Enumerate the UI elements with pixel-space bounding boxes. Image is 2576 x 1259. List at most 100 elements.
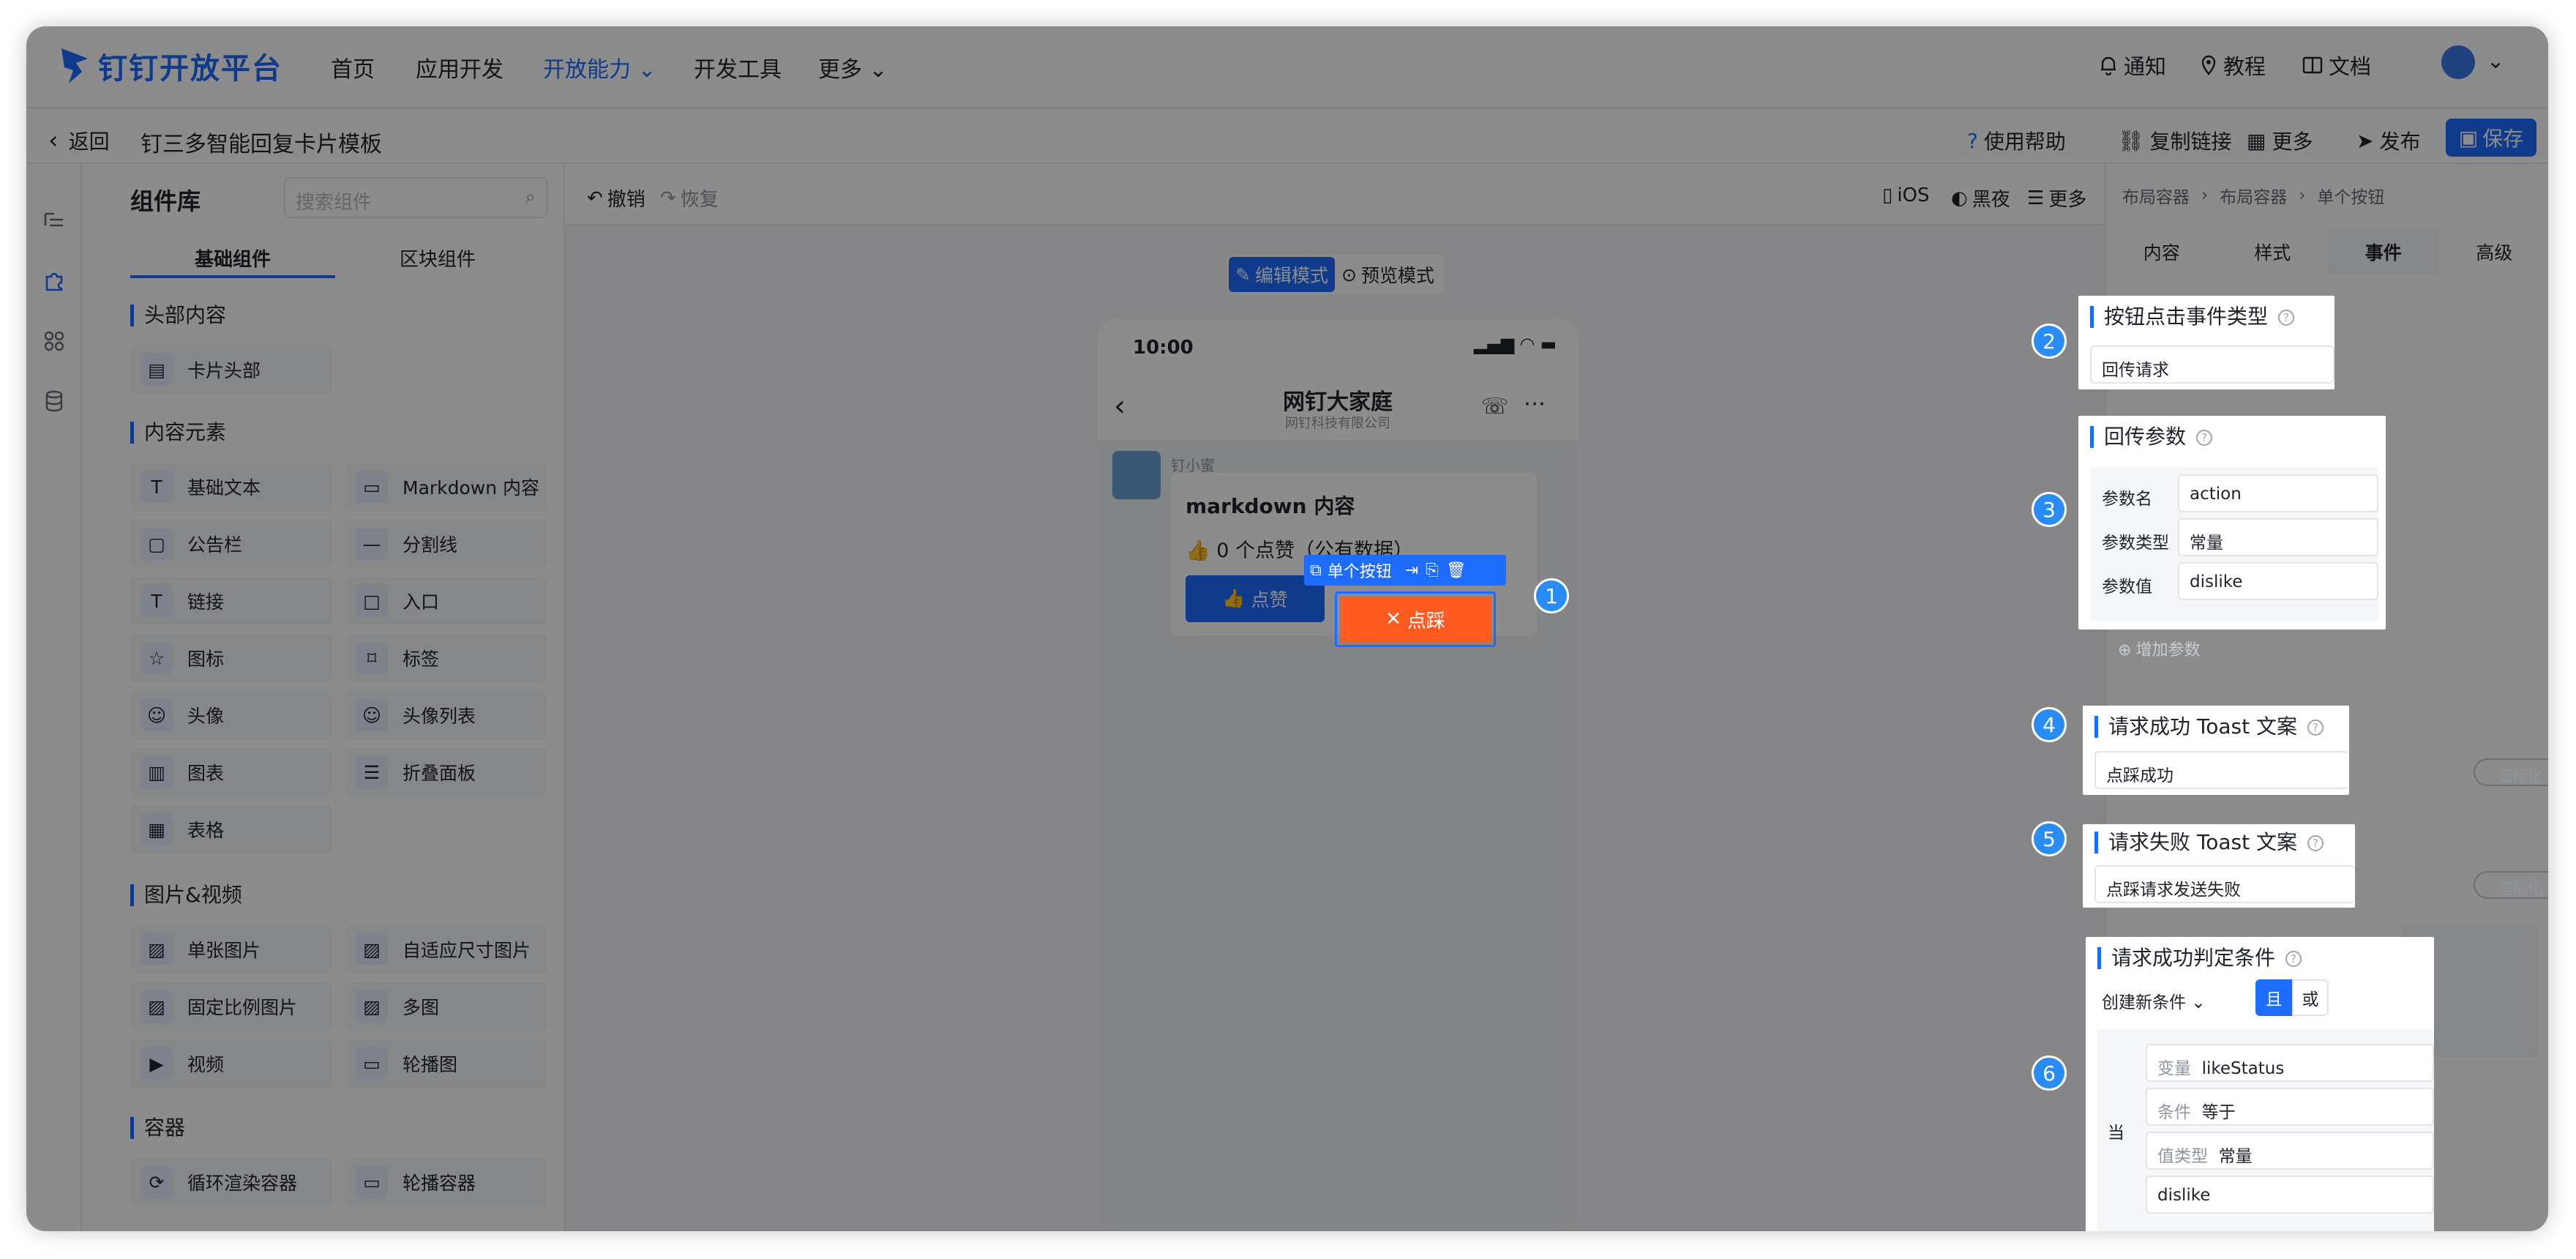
chevron-down-icon[interactable]: ⌄ xyxy=(2487,48,2504,73)
comp-link[interactable]: T 链接 xyxy=(130,577,332,625)
comp-video[interactable]: ▶ 视频 xyxy=(130,1039,332,1088)
help-link[interactable]: ? 使用帮助 xyxy=(1967,126,2066,155)
nav-app-dev[interactable]: 应用开发 xyxy=(416,51,503,83)
apps-icon[interactable] xyxy=(42,329,66,353)
param-value-input[interactable]: dislike xyxy=(2178,562,2378,600)
param-type-select[interactable]: 常量 xyxy=(2178,518,2378,556)
brand-name: 钉钉开放平台 xyxy=(98,52,282,86)
help-icon[interactable]: ? xyxy=(2307,835,2324,851)
event-type-select[interactable]: 回传请求 xyxy=(2090,345,2334,384)
i18n-toggle-success[interactable]: 国际化 xyxy=(2474,758,2548,786)
new-condition-dropdown[interactable]: 创建新条件 ⌄ xyxy=(2093,979,2213,1017)
breadcrumb-item[interactable]: 单个按钮 xyxy=(2317,183,2384,208)
more-button[interactable]: ▦ 更多 xyxy=(2247,126,2313,155)
like-label: 点赞 xyxy=(1251,589,1288,610)
comp-tag[interactable]: ⌑ 标签 xyxy=(345,634,547,682)
trash-icon[interactable]: 🗑 xyxy=(1446,561,1467,580)
canvas-more[interactable]: ☰ 更多 xyxy=(2027,184,2086,212)
mode-toggle: ✎ 编辑模式 ⊙ 预览模式 xyxy=(1227,255,1443,294)
comp-fixed-ratio-image[interactable]: ▨ 固定比例图片 xyxy=(130,982,332,1031)
tab-basic-components[interactable]: 基础组件 xyxy=(130,234,335,278)
jump-icon[interactable]: ⇥ xyxy=(1405,561,1418,580)
ios-toggle[interactable]: ▯ iOS xyxy=(1882,184,1930,206)
success-toast-input[interactable]: 点踩成功 xyxy=(2094,751,2349,789)
comp-multi-image[interactable]: ▨ 多图 xyxy=(345,982,547,1031)
comp-single-image[interactable]: ▨ 单张图片 xyxy=(130,925,332,974)
redo-button[interactable]: ↷ 恢复 xyxy=(660,184,719,212)
puzzle-icon[interactable] xyxy=(42,269,66,293)
back-button[interactable]: ‹ 返回 xyxy=(48,126,110,155)
preview-mode-button[interactable]: ⊙ 预览模式 xyxy=(1335,257,1441,292)
docs-link[interactable]: 文档 xyxy=(2302,50,2371,81)
nav-more[interactable]: 更多 ⌄ xyxy=(818,51,888,83)
chat-header: ‹ 网钉大家庭 网钉科技有限公司 ☏ ⋯ xyxy=(1098,376,1578,441)
comp-basic-text[interactable]: T 基础文本 xyxy=(130,463,332,511)
condition-value-input[interactable]: dislike xyxy=(2146,1176,2434,1214)
thumbs-up-icon: 👍 xyxy=(1186,539,1210,562)
condition-operator-select[interactable]: 条件 等于 xyxy=(2146,1088,2434,1126)
tutorial-link[interactable]: 教程 xyxy=(2200,50,2266,81)
tab-block-components[interactable]: 区块组件 xyxy=(335,234,540,278)
comp-avatar-list[interactable]: ☺ 头像列表 xyxy=(345,691,547,739)
tab-advanced[interactable]: 高级 xyxy=(2439,228,2549,274)
publish-button[interactable]: ➤ 发布 xyxy=(2356,126,2420,155)
condition-variable-select[interactable]: 变量 likeStatus xyxy=(2146,1044,2434,1082)
help-icon[interactable]: ? xyxy=(2278,310,2295,326)
copy-link-button[interactable]: ⛓ 复制链接 xyxy=(2118,126,2232,155)
save-button[interactable]: ▣ 保存 xyxy=(2446,119,2536,157)
logic-and-button[interactable]: 且 xyxy=(2255,979,2292,1016)
comp-collapse[interactable]: ☰ 折叠面板 xyxy=(345,748,547,796)
redo-icon: ↷ xyxy=(660,187,676,209)
edit-mode-button[interactable]: ✎ 编辑模式 xyxy=(1229,257,1335,292)
dark-mode-toggle[interactable]: ◐ 黑夜 xyxy=(1951,184,2010,212)
nav-open-capability[interactable]: 开放能力 ⌄ xyxy=(543,51,656,83)
condition-value-type-select[interactable]: 值类型 常量 xyxy=(2146,1132,2434,1170)
comp-chart[interactable]: ▥ 图表 xyxy=(130,748,332,796)
logic-or-button[interactable]: 或 xyxy=(2292,979,2329,1016)
comp-icon[interactable]: ☆ 图标 xyxy=(130,634,332,682)
comp-entry[interactable]: □ 入口 xyxy=(345,577,547,625)
sender-name: 钉小蜜 xyxy=(1171,457,1215,474)
help-icon[interactable]: ? xyxy=(2285,951,2302,967)
comp-notice[interactable]: ▢ 公告栏 xyxy=(130,520,332,568)
params-label: 回传参数? xyxy=(2090,426,2213,448)
app-window: 钉钉开放平台 首页 应用开发 开放能力 ⌄ 开发工具 更多 ⌄ 通知 教程 文档… xyxy=(26,26,2548,1231)
comp-markdown[interactable]: ▭ Markdown 内容 xyxy=(345,463,547,511)
condition-variable-value: likeStatus xyxy=(2201,1059,2285,1078)
breadcrumb-item[interactable]: 布局容器 xyxy=(2122,183,2190,208)
fail-toast-input[interactable]: 点踩请求发送失败 xyxy=(2094,865,2355,903)
database-icon[interactable] xyxy=(42,389,66,413)
nav-dev-tools[interactable]: 开发工具 xyxy=(694,51,782,83)
user-avatar[interactable] xyxy=(2441,45,2475,79)
breadcrumb-item[interactable]: 布局容器 xyxy=(2220,183,2287,208)
tab-events[interactable]: 事件 xyxy=(2328,228,2439,274)
component-search-input[interactable]: 搜索组件 ⌕ xyxy=(284,177,547,218)
comp-avatar[interactable]: ☺ 头像 xyxy=(130,691,332,739)
comp-loop-container[interactable]: ⟳ 循环渲染容器 xyxy=(130,1158,332,1206)
outline-icon[interactable] xyxy=(42,209,66,233)
phone-call-icon[interactable]: ☏ xyxy=(1481,394,1509,419)
help-icon[interactable]: ? xyxy=(2307,720,2324,736)
save-label: 保存 xyxy=(2482,127,2524,151)
brand-logo[interactable]: 钉钉开放平台 xyxy=(59,40,282,92)
comp-table[interactable]: ▦ 表格 xyxy=(130,805,332,853)
dislike-button[interactable]: ✕ 点踩 xyxy=(1335,591,1496,647)
undo-button[interactable]: ↶ 撤销 xyxy=(587,184,645,212)
help-icon[interactable]: ? xyxy=(2196,430,2213,446)
new-condition-label: 创建新条件 xyxy=(2102,993,2186,1012)
comp-adaptive-image[interactable]: ▨ 自适应尺寸图片 xyxy=(345,925,547,974)
nav-home[interactable]: 首页 xyxy=(331,51,375,83)
i18n-toggle-fail[interactable]: 国际化 xyxy=(2474,871,2548,899)
copy-icon[interactable]: ⎘ xyxy=(1426,561,1439,580)
notification-link[interactable]: 通知 xyxy=(2099,50,2166,81)
save-icon: ▣ xyxy=(2458,125,2479,150)
tab-content[interactable]: 内容 xyxy=(2106,228,2217,274)
comp-divider[interactable]: — 分割线 xyxy=(345,520,547,568)
comp-carousel[interactable]: ▭ 轮播图 xyxy=(345,1039,547,1088)
param-name-input[interactable]: action xyxy=(2178,474,2378,512)
more-dots-icon[interactable]: ⋯ xyxy=(1524,391,1546,416)
tab-style[interactable]: 样式 xyxy=(2217,228,2329,274)
comp-carousel-container[interactable]: ▭ 轮播容器 xyxy=(345,1158,547,1206)
comp-card-header[interactable]: ▤ 卡片头部 xyxy=(130,345,332,394)
add-param-button[interactable]: ⊕ 增加参数 xyxy=(2118,637,2200,660)
